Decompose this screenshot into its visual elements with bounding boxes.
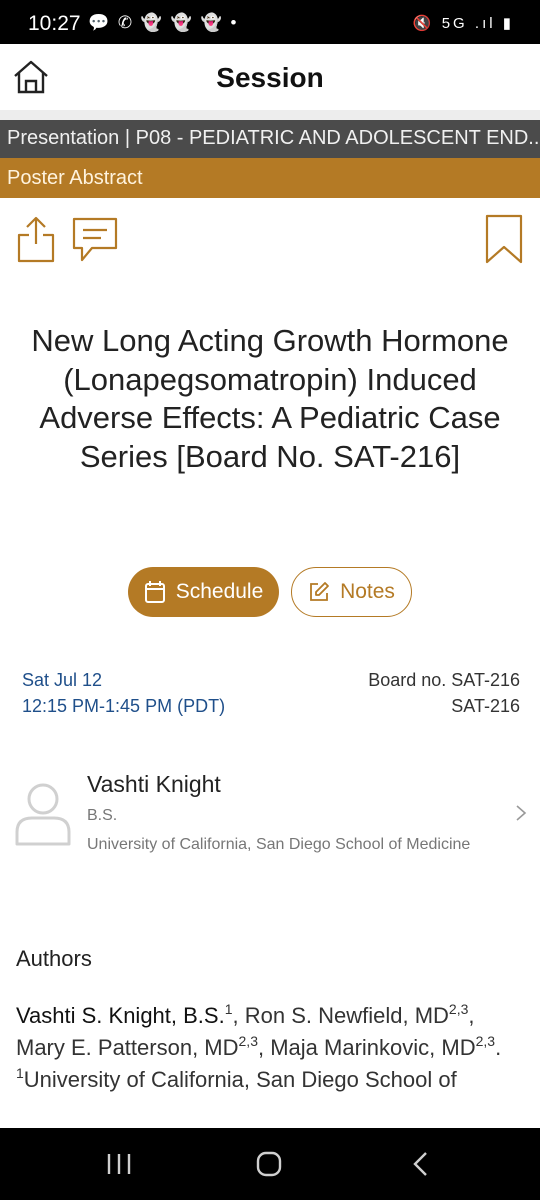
author-name: Ron S. Newfield, MD [244, 1003, 449, 1028]
authors-heading: Authors [16, 946, 92, 971]
author-separator: , [232, 1003, 245, 1028]
edit-icon [310, 582, 329, 601]
comment-icon[interactable] [70, 216, 120, 264]
board-info: Board no. SAT-216 SAT-216 [368, 667, 520, 719]
back-icon[interactable] [406, 1150, 436, 1178]
author-affiliation: 2,3 [448, 1001, 469, 1017]
schedule-button-label: Schedule [175, 580, 264, 603]
author-name: Vashti S. Knight, B.S. [16, 1003, 225, 1028]
author-name: Mary E. Patterson, MD [16, 1035, 239, 1060]
presenter-degree: B.S. [87, 807, 118, 824]
abstract-title: New Long Acting Growth Hormone (Lonapegs… [31, 323, 509, 474]
board-code: SAT-216 [451, 696, 520, 716]
session-datetime: Sat Jul 12 12:15 PM-1:45 PM (PDT) [22, 667, 225, 719]
chevron-right-icon [516, 805, 527, 821]
home-nav-icon[interactable] [254, 1150, 284, 1178]
affiliation-text: University of California, San Diego Scho… [23, 1067, 457, 1092]
avatar-icon [15, 783, 71, 846]
presenter-name: Vashti Knight [87, 771, 221, 797]
system-nav-bar [0, 1128, 540, 1200]
author-separator: , [468, 1003, 475, 1028]
presenter-card[interactable]: Vashti Knight B.S. University of Califor… [0, 760, 540, 870]
notification-icons: 💬 ✆ 👻 👻 👻 • [88, 13, 239, 32]
share-icon[interactable] [16, 214, 56, 264]
author-name: Maja Marinkovic, MD [270, 1035, 476, 1060]
author-separator: , [257, 1035, 271, 1060]
notes-button[interactable]: Notes [291, 567, 412, 617]
breadcrumb[interactable]: Presentation | P08 - PEDIATRIC AND ADOLE… [0, 120, 540, 158]
app-bar: Session [0, 44, 540, 110]
category-label: Poster Abstract [0, 158, 540, 198]
authors-list: Vashti S. Knight, B.S.1, Ron S. Newfield… [16, 1000, 516, 1096]
calendar-icon [144, 581, 165, 603]
session-date: Sat Jul 12 [22, 670, 103, 690]
author-affiliation: 2,3 [238, 1033, 258, 1049]
header-divider [0, 110, 540, 120]
author-affiliation: 1 [224, 1001, 233, 1017]
page-title: Session [216, 62, 324, 93]
system-icons: 🔇 5G .ıl ▮ [412, 15, 514, 32]
author-affiliation: 2,3 [475, 1033, 496, 1049]
notes-button-label: Notes [340, 580, 395, 603]
session-time: 12:15 PM-1:45 PM (PDT) [22, 696, 226, 716]
schedule-button[interactable]: Schedule [128, 567, 279, 617]
status-time: 10:27 [28, 12, 81, 35]
author-separator: . [495, 1035, 502, 1060]
affiliation-number: 1 [16, 1065, 24, 1081]
status-bar: 10:27 💬 ✆ 👻 👻 👻 • 🔇 5G .ıl ▮ [0, 0, 540, 44]
recents-icon[interactable] [104, 1150, 134, 1178]
board-label: Board no. SAT-216 [368, 670, 520, 690]
bookmark-icon[interactable] [484, 214, 524, 264]
presenter-institution: University of California, San Diego Scho… [87, 836, 471, 853]
